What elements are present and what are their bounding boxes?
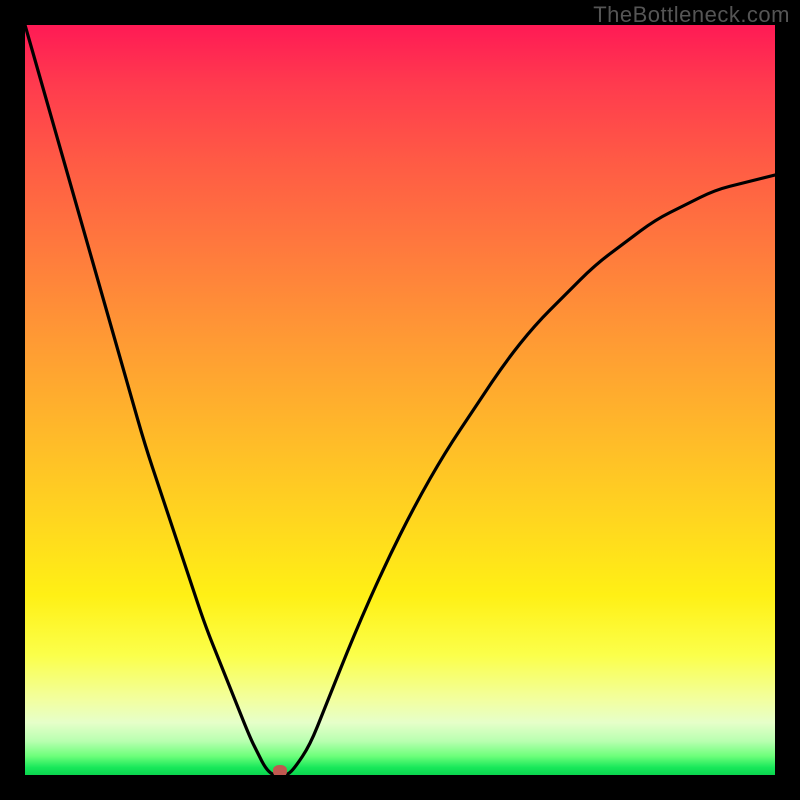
watermark-text: TheBottleneck.com xyxy=(593,2,790,28)
bottleneck-curve xyxy=(25,25,775,775)
plot-area xyxy=(25,25,775,775)
chart-canvas: TheBottleneck.com xyxy=(0,0,800,800)
current-point-marker xyxy=(273,765,287,775)
